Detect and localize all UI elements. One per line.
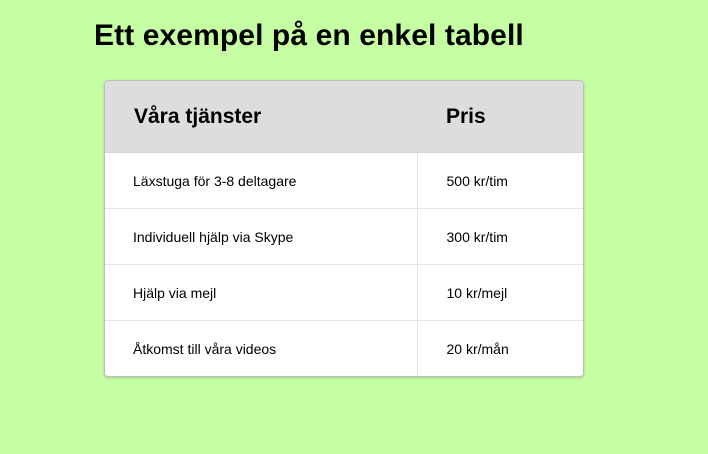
services-table: Våra tjänster Pris Läxstuga för 3-8 delt… — [105, 81, 583, 376]
column-header-services: Våra tjänster — [105, 81, 417, 153]
table-row: Hjälp via mejl 10 kr/mejl — [105, 264, 583, 321]
service-cell: Individuell hjälp via Skype — [105, 208, 418, 265]
column-header-price: Pris — [417, 81, 583, 153]
page-title: Ett exempel på en enkel tabell — [94, 19, 524, 52]
price-cell: 300 kr/tim — [417, 208, 583, 265]
price-cell: 20 kr/mån — [446, 340, 509, 357]
table-body: Läxstuga för 3-8 deltagare 500 kr/tim In… — [105, 152, 583, 376]
service-cell: Hjälp via mejl — [105, 264, 418, 321]
service-cell: Läxstuga för 3-8 deltagare — [105, 152, 418, 209]
table-row: Läxstuga för 3-8 deltagare 500 kr/tim — [105, 152, 583, 209]
header-row: Våra tjänster Pris — [105, 81, 583, 153]
price-cell: 10 kr/mejl — [417, 264, 583, 321]
price-cell: 500 kr/tim — [417, 152, 583, 209]
table-header: Våra tjänster Pris — [105, 81, 583, 153]
table-row: Individuell hjälp via Skype 300 kr/tim — [105, 208, 583, 265]
services-table-card: Våra tjänster Pris Läxstuga för 3-8 delt… — [104, 80, 584, 377]
service-cell: Åtkomst till våra videos — [105, 320, 418, 376]
table-row: Åtkomst till våra videos 20 kr/mån — [105, 320, 583, 376]
